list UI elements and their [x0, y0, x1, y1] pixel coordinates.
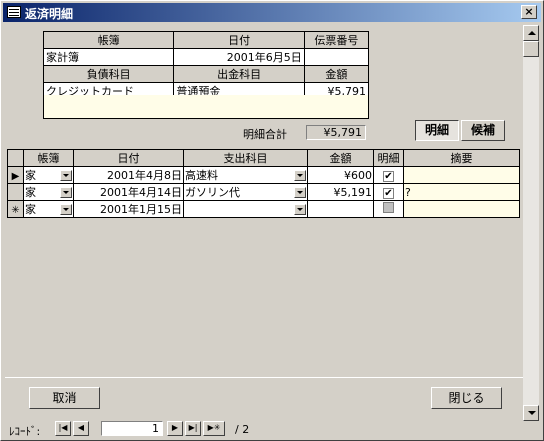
form-icon — [7, 6, 21, 18]
grid-header-amount: 金額 — [307, 149, 374, 167]
table-row: ▶ 家 2001年4月8日 高速料 ¥600 ✔ — [7, 166, 520, 184]
scroll-up-button[interactable] — [523, 25, 539, 41]
next-record-icon[interactable]: ▶ — [167, 421, 183, 436]
header-liability-label: 負債科目 — [42, 65, 175, 83]
header-date-field[interactable]: 2001年6月5日 — [173, 48, 305, 66]
slip-header-table: 帳簿 日付 伝票番号 家計簿 2001年6月5日 負債科目 出金科目 金額 クレ… — [42, 31, 370, 100]
header-memo-field[interactable] — [43, 95, 369, 119]
previous-record-icon[interactable]: ◀ — [73, 421, 89, 436]
header-book-field[interactable]: 家計簿 — [42, 48, 175, 66]
chevron-down-icon[interactable] — [294, 169, 306, 181]
close-window-button[interactable]: × — [521, 5, 537, 19]
grid-corner — [7, 149, 24, 167]
current-record-field[interactable]: 1 — [101, 421, 163, 436]
arrow-down-icon — [528, 411, 536, 415]
scroll-down-button[interactable] — [523, 405, 539, 421]
record-selector-new[interactable]: ✳ — [7, 200, 24, 218]
detail-grid: 帳簿 日付 支出科目 金額 明細 摘要 ▶ 家 2001年4月8日 高速料 ¥6… — [7, 149, 520, 218]
header-book-label: 帳簿 — [42, 31, 175, 49]
tab-candidates[interactable]: 候補 — [461, 120, 505, 141]
detail-checkbox[interactable]: ✔ — [373, 166, 404, 184]
record-count: / 2 — [235, 423, 250, 436]
chevron-down-icon[interactable] — [294, 186, 306, 198]
window-title: 返済明細 — [25, 7, 74, 21]
date-cell[interactable]: 2001年4月8日 — [73, 166, 184, 184]
record-label: ﾚｺｰﾄﾞ: — [9, 425, 41, 438]
form-body: 帳簿 日付 伝票番号 家計簿 2001年6月5日 負債科目 出金科目 金額 クレ… — [5, 25, 539, 421]
scroll-thumb[interactable] — [523, 41, 539, 57]
account-combo[interactable]: ガソリン代 — [183, 183, 308, 201]
chevron-down-icon[interactable] — [60, 203, 72, 215]
book-combo[interactable]: 家 — [23, 200, 74, 218]
account-combo[interactable]: 高速料 — [183, 166, 308, 184]
grid-header-book: 帳簿 — [23, 149, 74, 167]
amount-cell[interactable]: ¥5,191 — [307, 183, 374, 201]
amount-cell[interactable]: ¥600 — [307, 166, 374, 184]
chevron-down-icon[interactable] — [60, 186, 72, 198]
header-slip-no-field[interactable] — [303, 48, 370, 66]
date-cell[interactable]: 2001年4月14日 — [73, 183, 184, 201]
title-bar: 返済明細 × — [3, 3, 541, 22]
header-date-label: 日付 — [173, 31, 305, 49]
detail-total-label: 明細合計 — [243, 128, 287, 141]
memo-cell[interactable] — [403, 200, 520, 218]
record-selector-current[interactable]: ▶ — [7, 166, 24, 184]
table-row: ✳ 家 2001年1月15日 — [7, 200, 520, 218]
record-navigation-bar: ﾚｺｰﾄﾞ: |◀ ◀ 1 ▶ ▶| ▶✳ / 2 — [3, 421, 543, 439]
footer-divider — [5, 377, 523, 378]
chevron-down-icon[interactable] — [294, 203, 306, 215]
record-selector[interactable] — [7, 183, 24, 201]
header-payment-label: 出金科目 — [173, 65, 305, 83]
amount-cell[interactable] — [307, 200, 374, 218]
table-row: 家 2001年4月14日 ガソリン代 ¥5,191 ✔ ? — [7, 183, 520, 201]
last-record-icon[interactable]: ▶| — [185, 421, 201, 436]
chevron-down-icon[interactable] — [60, 169, 72, 181]
book-combo[interactable]: 家 — [23, 166, 74, 184]
grid-header-detail: 明細 — [373, 149, 404, 167]
memo-cell[interactable] — [403, 166, 520, 184]
vertical-scrollbar[interactable] — [523, 25, 539, 421]
header-slip-no-label: 伝票番号 — [303, 31, 370, 49]
new-record-icon[interactable]: ▶✳ — [203, 421, 225, 436]
tab-detail[interactable]: 明細 — [415, 120, 459, 141]
header-amount-label: 金額 — [303, 65, 370, 83]
grid-header-account: 支出科目 — [183, 149, 308, 167]
first-record-icon[interactable]: |◀ — [55, 421, 71, 436]
arrow-up-icon — [528, 31, 536, 35]
close-form-button[interactable]: 閉じる — [431, 387, 502, 409]
account-combo[interactable] — [183, 200, 308, 218]
detail-checkbox[interactable] — [373, 200, 404, 218]
grid-header-date: 日付 — [73, 149, 184, 167]
memo-cell[interactable]: ? — [403, 183, 520, 201]
grid-header-memo: 摘要 — [403, 149, 520, 167]
book-combo[interactable]: 家 — [23, 183, 74, 201]
form-window: 返済明細 × 帳簿 日付 伝票番号 家計簿 2001年6月5日 負債科目 出金科… — [0, 0, 544, 441]
date-cell[interactable]: 2001年1月15日 — [73, 200, 184, 218]
detail-checkbox[interactable]: ✔ — [373, 183, 404, 201]
detail-total-field: ¥5,791 — [306, 125, 366, 140]
cancel-button[interactable]: 取消 — [29, 387, 100, 409]
